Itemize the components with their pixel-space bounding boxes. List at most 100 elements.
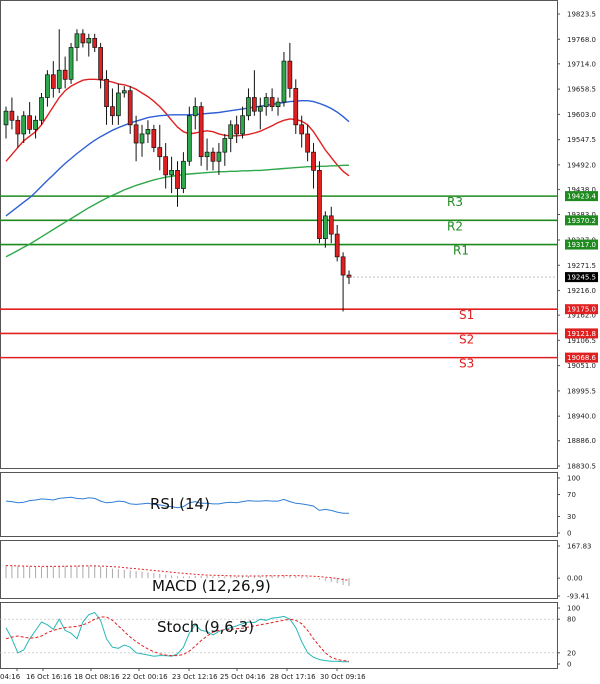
- candle-body-up: [186, 115, 192, 162]
- time-tick-label: 23 Oct 12:16: [172, 673, 218, 681]
- macd-title: MACD (12,26,9): [152, 577, 271, 595]
- candle-body-down: [287, 60, 293, 89]
- price-tick-label: 19216.0: [567, 287, 596, 295]
- candle-body-up: [33, 119, 38, 130]
- candle-body-down: [92, 38, 98, 48]
- candle-body-up: [181, 160, 186, 189]
- rsi-tick-label: 100: [567, 475, 580, 483]
- candle-body-down: [98, 47, 103, 80]
- macd-tick-label: -93.41: [567, 593, 590, 601]
- level-tag-text: 19317.0: [567, 241, 596, 249]
- price-tick-label: 18995.5: [567, 387, 596, 395]
- candle-body-down: [50, 74, 56, 89]
- candle-body-down: [198, 106, 204, 158]
- level-name-s3: S3: [459, 357, 474, 371]
- macd-tick-label: 167.83: [567, 543, 592, 551]
- candle-body-up: [222, 138, 228, 153]
- time-tick-label: 22 Oct 00:16: [122, 673, 168, 681]
- candle: [186, 106, 192, 166]
- rsi-tick-label: 70: [567, 491, 576, 499]
- candle-body-up: [139, 133, 145, 144]
- candle-body-up: [39, 97, 44, 121]
- price-tick-label: 19714.0: [567, 60, 596, 68]
- candle-body-down: [62, 69, 68, 80]
- candle-body-down: [9, 110, 15, 121]
- candle-body-down: [305, 133, 310, 153]
- candle: [317, 161, 322, 244]
- candle-body-up: [192, 106, 198, 117]
- stoch-tick-label: 100: [567, 605, 580, 613]
- level-name-r1: R1: [453, 244, 469, 258]
- time-tick-label: 25 Oct 04:16: [220, 673, 266, 681]
- price-tick-label: 18830.5: [567, 463, 596, 471]
- candle-body-up: [56, 69, 62, 89]
- rsi-tick-label: 0: [567, 530, 571, 538]
- time-tick-label: 16 Oct 16:16: [26, 673, 72, 681]
- stoch-tick-label: 0: [567, 661, 571, 669]
- candle-body-up: [68, 47, 74, 80]
- candle-body-down: [104, 78, 109, 107]
- candle-body-up: [145, 129, 151, 135]
- rsi-title: RSI (14): [150, 495, 210, 513]
- candle-body-up: [257, 106, 263, 112]
- candle-body-down: [210, 151, 216, 162]
- candle-body-up: [21, 115, 27, 135]
- candle-body-down: [311, 151, 316, 171]
- candle-body-up: [169, 170, 174, 176]
- candle-body-down: [269, 97, 275, 107]
- candle-body-up: [246, 97, 251, 117]
- candle-body-up: [116, 92, 121, 117]
- time-tick-label: 18 Oct 08:16: [74, 673, 120, 681]
- candle-body-up: [228, 124, 234, 139]
- candle-body-up: [322, 215, 328, 239]
- candle-body-down: [340, 256, 346, 276]
- time-tick-label: 28 Oct 17:16: [270, 673, 316, 681]
- price-tick-label: 19492.0: [567, 161, 596, 169]
- candle-body-down: [317, 170, 322, 239]
- candle-body-up: [281, 60, 287, 103]
- time-tick-label: 04:16: [0, 673, 21, 681]
- candle-body-down: [80, 33, 86, 44]
- rsi-tick-label: 30: [567, 513, 576, 521]
- level-name-r2: R2: [447, 219, 463, 233]
- level-tag-text: 19175.0: [567, 306, 596, 314]
- candle-body-down: [299, 124, 305, 135]
- stoch-tick-label: 20: [567, 649, 576, 657]
- candle-body-down: [163, 156, 169, 176]
- candle-body-up: [45, 74, 50, 98]
- level-tag-text: 19423.4: [567, 193, 596, 201]
- candle-body-up: [216, 151, 222, 162]
- candle-body-up: [275, 101, 281, 107]
- level-name-r3: R3: [447, 195, 463, 209]
- candle-body-up: [3, 110, 9, 126]
- price-tick-label: 19547.5: [567, 136, 596, 144]
- price-tick-label: 18886.0: [567, 437, 596, 445]
- candle-body-down: [328, 215, 334, 235]
- price-tick-label: 19271.5: [567, 262, 596, 270]
- candle-body-up: [263, 97, 269, 107]
- candle: [198, 102, 204, 166]
- candle-body-up: [121, 90, 127, 94]
- candle-body-down: [234, 124, 239, 135]
- level-name-s1: S1: [459, 308, 474, 322]
- level-tag-text: 19068.6: [567, 354, 596, 362]
- candle-body-down: [175, 170, 180, 189]
- candle-body-down: [151, 129, 157, 148]
- price-tick-label: 18940.0: [567, 413, 596, 421]
- chart-background: [0, 0, 600, 684]
- price-tick-label: 19603.0: [567, 111, 596, 119]
- candle-body-down: [127, 90, 133, 126]
- level-tag-text: 19121.8: [567, 330, 596, 338]
- candle-body-down: [334, 233, 340, 258]
- candle: [39, 92, 44, 125]
- level-tag-text: 19370.2: [567, 217, 596, 225]
- time-tick-label: 30 Oct 09:16: [320, 673, 366, 681]
- candle-body-down: [293, 88, 299, 126]
- candle-body-up: [204, 151, 210, 158]
- price-tick-label: 19768.0: [567, 36, 596, 44]
- stoch-title: Stoch (9,6,3): [157, 618, 254, 636]
- current-price-text: 19245.5: [567, 274, 596, 282]
- price-tick-label: 19823.5: [567, 11, 596, 19]
- price-tick-label: 19051.0: [567, 362, 596, 370]
- candle-body-up: [240, 115, 245, 135]
